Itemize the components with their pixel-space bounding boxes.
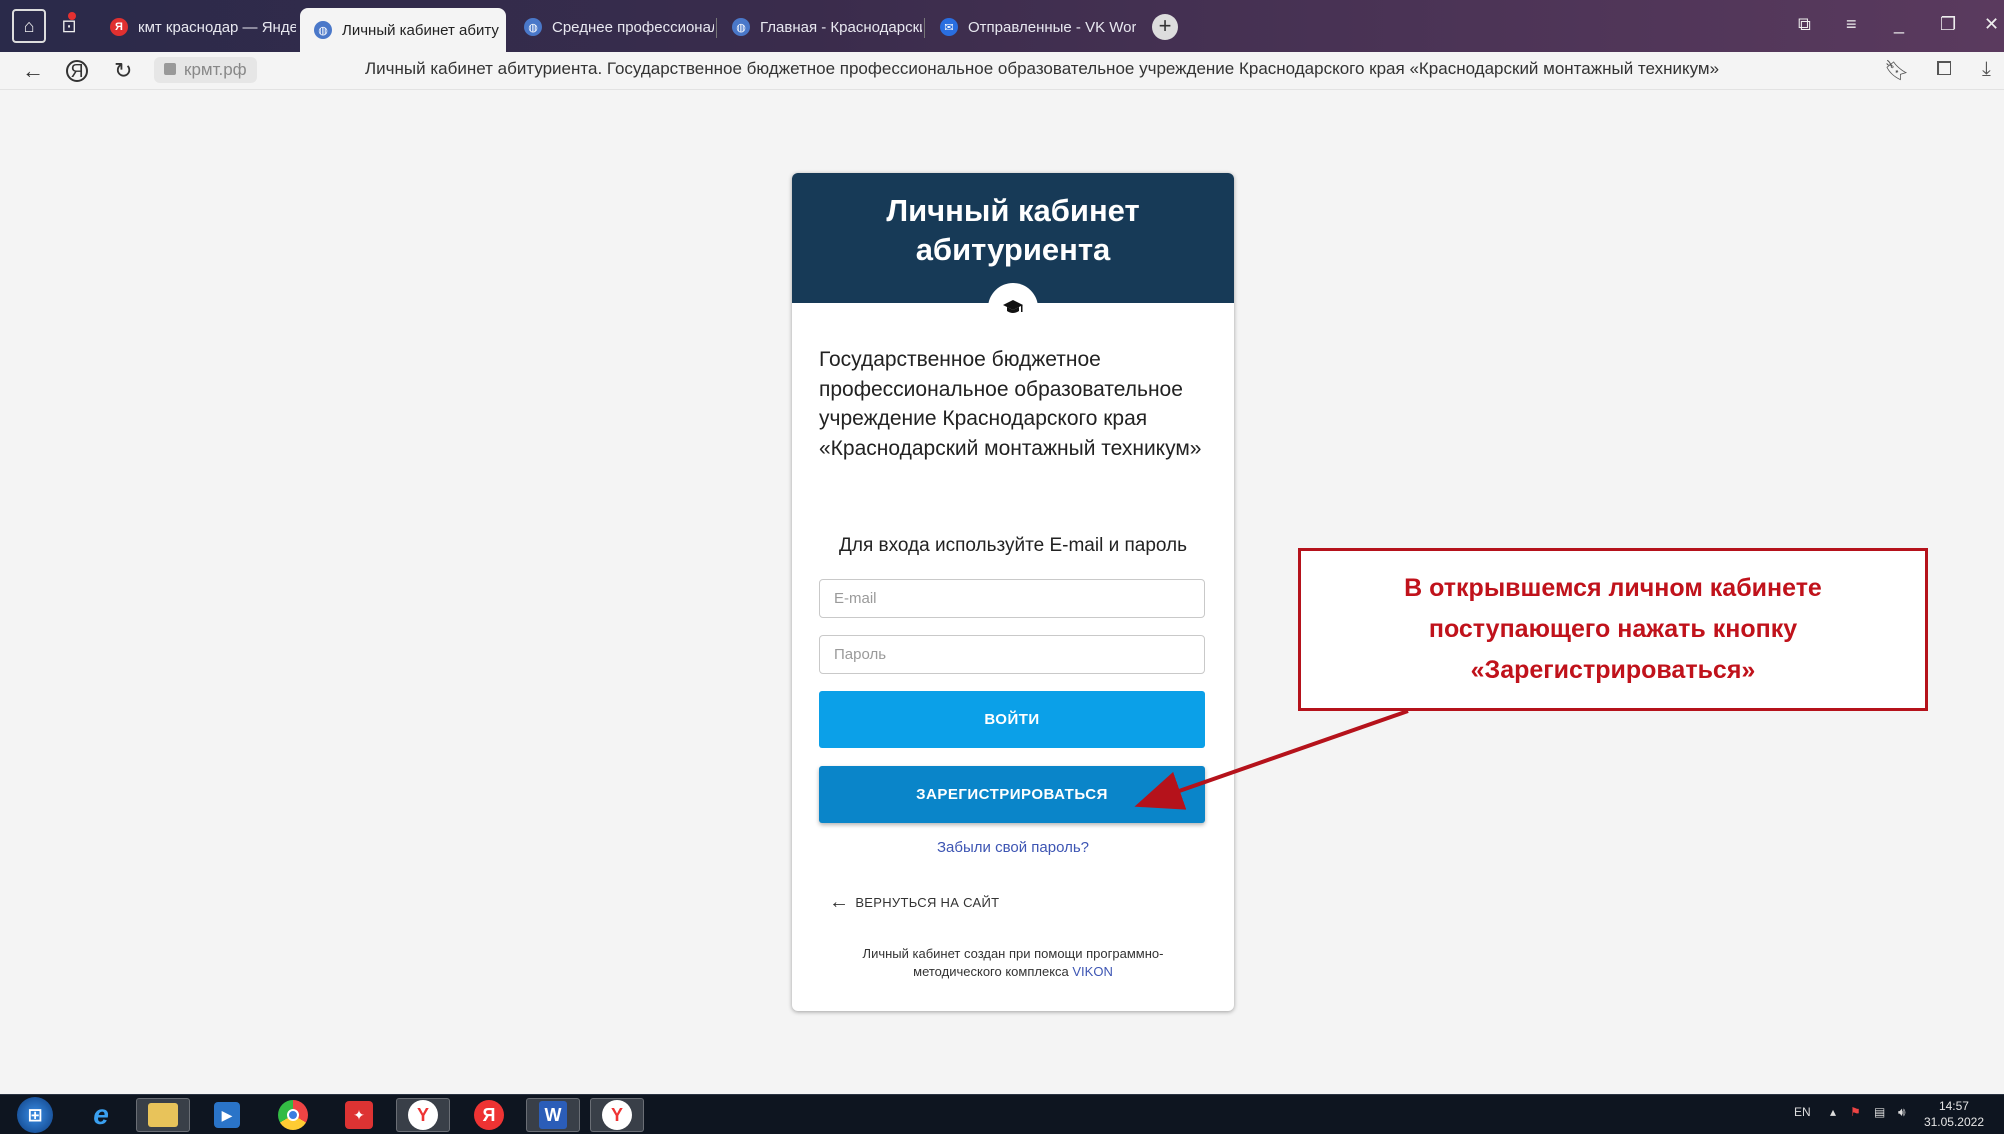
annotation-callout: В открывшемся личном кабинете поступающе… — [1298, 548, 1928, 711]
windows-logo-icon: ⊞ — [17, 1097, 53, 1133]
volume-icon[interactable]: 🔊︎ — [1898, 1105, 1906, 1120]
system-clock[interactable]: 14:57 31.05.2022 — [1924, 1098, 1984, 1130]
language-indicator[interactable]: EN — [1794, 1105, 1811, 1119]
taskbar-ie[interactable]: e — [74, 1098, 128, 1132]
start-button[interactable]: ⊞ — [8, 1097, 62, 1133]
word-icon: W — [539, 1101, 567, 1129]
clock-date: 31.05.2022 — [1923, 1115, 1984, 1129]
action-center-flag-icon[interactable]: ⚑ — [1850, 1105, 1861, 1119]
chrome-icon — [278, 1100, 308, 1130]
taskbar: ⊞ e ▶ ✦ Y Я W Y EN ▴ ⚑ ▤ 🔊︎ 14:57 31.05.… — [0, 1094, 2004, 1134]
taskbar-word[interactable]: W — [526, 1098, 580, 1132]
taskbar-chrome[interactable] — [266, 1098, 320, 1132]
media-player-icon: ▶ — [214, 1102, 240, 1128]
taskbar-media-player[interactable]: ▶ — [200, 1098, 254, 1132]
show-hidden-icons-icon[interactable]: ▴ — [1830, 1105, 1836, 1119]
taskbar-explorer[interactable] — [136, 1098, 190, 1132]
taskbar-app[interactable]: ✦ — [332, 1098, 386, 1132]
internet-explorer-icon: e — [93, 1099, 109, 1130]
app-icon: ✦ — [345, 1101, 373, 1129]
taskbar-yandex-browser-2[interactable]: Y — [590, 1098, 644, 1132]
taskbar-yandex[interactable]: Я — [462, 1098, 516, 1132]
annotation-line-2: поступающего нажать кнопку — [1428, 615, 1798, 643]
clock-time: 14:57 — [1938, 1099, 1969, 1113]
yandex-browser-icon: Y — [602, 1100, 632, 1130]
annotation-line-3: «Зарегистрироваться» — [1470, 656, 1756, 684]
taskbar-yandex-browser[interactable]: Y — [396, 1098, 450, 1132]
yandex-icon: Я — [474, 1100, 504, 1130]
folder-icon — [148, 1103, 178, 1127]
yandex-browser-icon: Y — [408, 1100, 438, 1130]
network-icon[interactable]: ▤ — [1874, 1105, 1885, 1119]
annotation-line-1: В открывшемся личном кабинете — [1404, 574, 1822, 602]
